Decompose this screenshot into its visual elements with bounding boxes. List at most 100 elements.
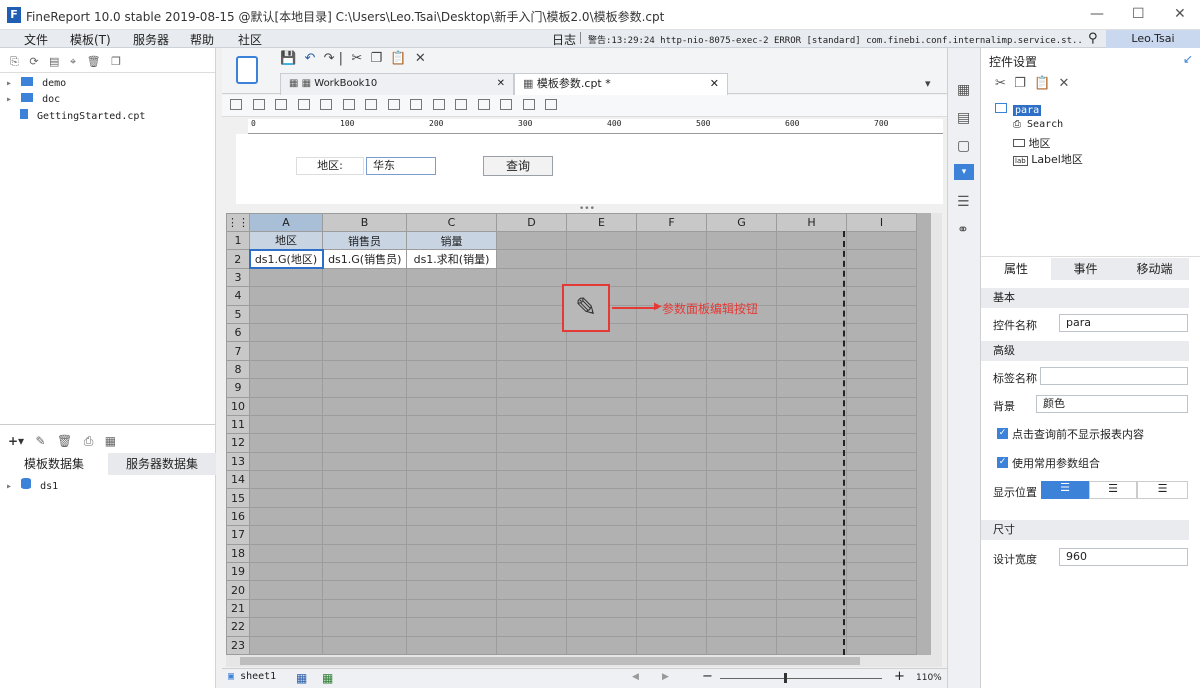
label-widget-icon[interactable] [252,99,265,110]
row-header[interactable]: 16 [226,506,250,527]
row-header[interactable]: 4 [226,286,250,306]
section-basic[interactable]: 基本 [981,288,1189,308]
combobox-widget-icon[interactable] [297,99,310,110]
zoom-level[interactable]: 110% [916,673,942,683]
tree-widget-icon[interactable] [477,99,490,110]
radio-widget-icon[interactable] [410,99,422,110]
copy-icon[interactable]: ❐ [111,55,121,68]
column-header[interactable]: C [406,213,497,232]
zoom-slider[interactable] [720,678,882,679]
cell[interactable] [636,249,707,269]
row-header[interactable]: 1 [226,230,250,251]
warning-message[interactable]: 警告:13:29:24 http-nio-8075-exec-2 ERROR [… [588,33,1083,46]
menu-community[interactable]: 社区 [238,31,262,48]
scroll-thumb[interactable] [240,657,860,665]
column-header[interactable]: E [566,213,637,232]
scroll-right-icon[interactable]: ▶ [662,672,669,682]
copy-icon[interactable]: ❐ [370,51,382,66]
expand-arrow-icon[interactable]: ▸ [6,78,12,89]
cell[interactable]: ds1.G(销售员) [322,249,407,269]
delete-icon[interactable]: ✕ [415,51,426,66]
row-header[interactable]: 21 [226,598,250,619]
column-header[interactable]: D [496,213,567,232]
redo-icon[interactable]: ↷ [324,51,335,66]
tab-server-datasets[interactable]: 服务器数据集 [108,453,216,475]
cell[interactable] [776,230,847,251]
cell-element-icon[interactable]: ▤ [957,110,970,126]
button-widget-icon[interactable] [275,99,287,110]
password-widget-icon[interactable] [522,99,535,110]
cut-icon[interactable]: ✂ [351,51,362,66]
tab-mobile[interactable]: 移动端 [1120,258,1189,280]
column-header[interactable]: F [636,213,707,232]
cell-selected[interactable]: ds1.G(地区) [248,248,324,270]
minimize-button[interactable]: — [1090,6,1104,22]
sheet-tab-sheet1[interactable]: ▣ sheet1 [228,671,276,682]
column-header[interactable]: A [249,213,323,232]
tab-menu-icon[interactable]: ▾ [925,77,931,90]
expand-arrow-icon[interactable]: ▸ [6,481,12,492]
cell-attributes-icon[interactable]: ▦ [957,82,970,98]
collapse-panel-icon[interactable]: ↙ [1183,52,1193,66]
row-header[interactable]: 23 [226,635,250,655]
menu-template[interactable]: 模板(T) [70,31,111,48]
condition-attributes-icon[interactable]: ☰ [957,194,970,210]
cell[interactable] [636,230,707,251]
column-header[interactable]: B [322,213,407,232]
tree-item-doc[interactable]: ▸ doc [6,93,60,105]
date-widget-icon[interactable] [320,99,332,110]
tab-template-params[interactable]: ▦ 模板参数.cpt * ✕ [514,73,728,95]
background-select[interactable]: 颜色 [1036,395,1188,413]
query-button[interactable]: 查询 [483,156,553,176]
more-widgets-icon[interactable] [545,99,557,110]
row-header[interactable]: 19 [226,562,250,582]
section-size[interactable]: 尺寸 [981,520,1189,540]
zoom-slider-thumb[interactable] [784,673,787,683]
tree-item-gettingstarted[interactable]: GettingStarted.cpt [20,109,145,122]
save-icon[interactable]: 💾 [280,51,296,66]
tag-name-input[interactable] [1040,367,1188,385]
cell[interactable] [496,249,567,269]
column-header[interactable]: H [776,213,847,232]
cell[interactable] [846,249,917,269]
tab-attributes[interactable]: 属性 [981,258,1051,280]
row-header[interactable]: 13 [226,451,250,472]
search-icon[interactable]: ⚲ [1088,31,1098,46]
tree-node-region[interactable]: 地区 [1013,135,1051,151]
align-right-button[interactable]: ☰ [1137,481,1188,499]
spreadsheet-grid[interactable]: ⋮⋮ A B C D E F G H I 1 地区 销售员 销量 2 ds1.G… [226,213,942,655]
row-header[interactable]: 14 [226,470,250,490]
row-header[interactable]: 6 [226,322,250,343]
maximize-button[interactable]: ☐ [1132,6,1145,22]
hyperlink-icon[interactable]: ⚭ [957,222,969,238]
slider-widget-icon[interactable] [500,99,512,110]
tab-workbook10[interactable]: ▦ ▦ WorkBook10 ✕ [280,73,514,95]
cell[interactable]: 销售员 [322,230,407,251]
user-badge[interactable]: Leo.Tsai [1106,30,1200,48]
close-tab-icon[interactable]: ✕ [710,74,719,94]
undo-icon[interactable]: ↶ [304,51,315,66]
row-header[interactable]: 7 [226,341,250,361]
row-header[interactable]: 9 [226,378,250,398]
add-dataset-icon[interactable]: +▾ [8,434,24,448]
number-widget-icon[interactable] [365,99,377,110]
sheet-table[interactable]: ⋮⋮ A B C D E F G H I 1 地区 销售员 销量 2 ds1.G… [226,213,917,655]
cell[interactable] [566,249,637,269]
scroll-left-icon[interactable]: ◀ [632,672,639,682]
row-header[interactable]: 12 [226,433,250,453]
table-icon[interactable]: ▦ [105,434,116,448]
delete-icon[interactable]: ✕ [1059,76,1070,91]
cell[interactable] [706,249,777,269]
cell[interactable]: ds1.求和(销量) [406,249,497,269]
tree-item-demo[interactable]: ▸ demo [6,77,66,89]
tree-node-label-region[interactable]: lab Label地区 [1013,151,1083,167]
locate-icon[interactable]: ⌖ [70,55,76,68]
tree-node-para[interactable]: para [995,103,1042,116]
close-tab-icon[interactable]: ✕ [497,74,505,94]
menu-help[interactable]: 帮助 [190,31,214,48]
menu-server[interactable]: 服务器 [133,31,169,48]
tree-node-search[interactable]: ⎙ Search [1013,119,1063,130]
region-combobox[interactable]: 华东 [366,157,436,175]
template-icon[interactable] [236,56,258,84]
cell[interactable]: 销量 [406,230,497,251]
